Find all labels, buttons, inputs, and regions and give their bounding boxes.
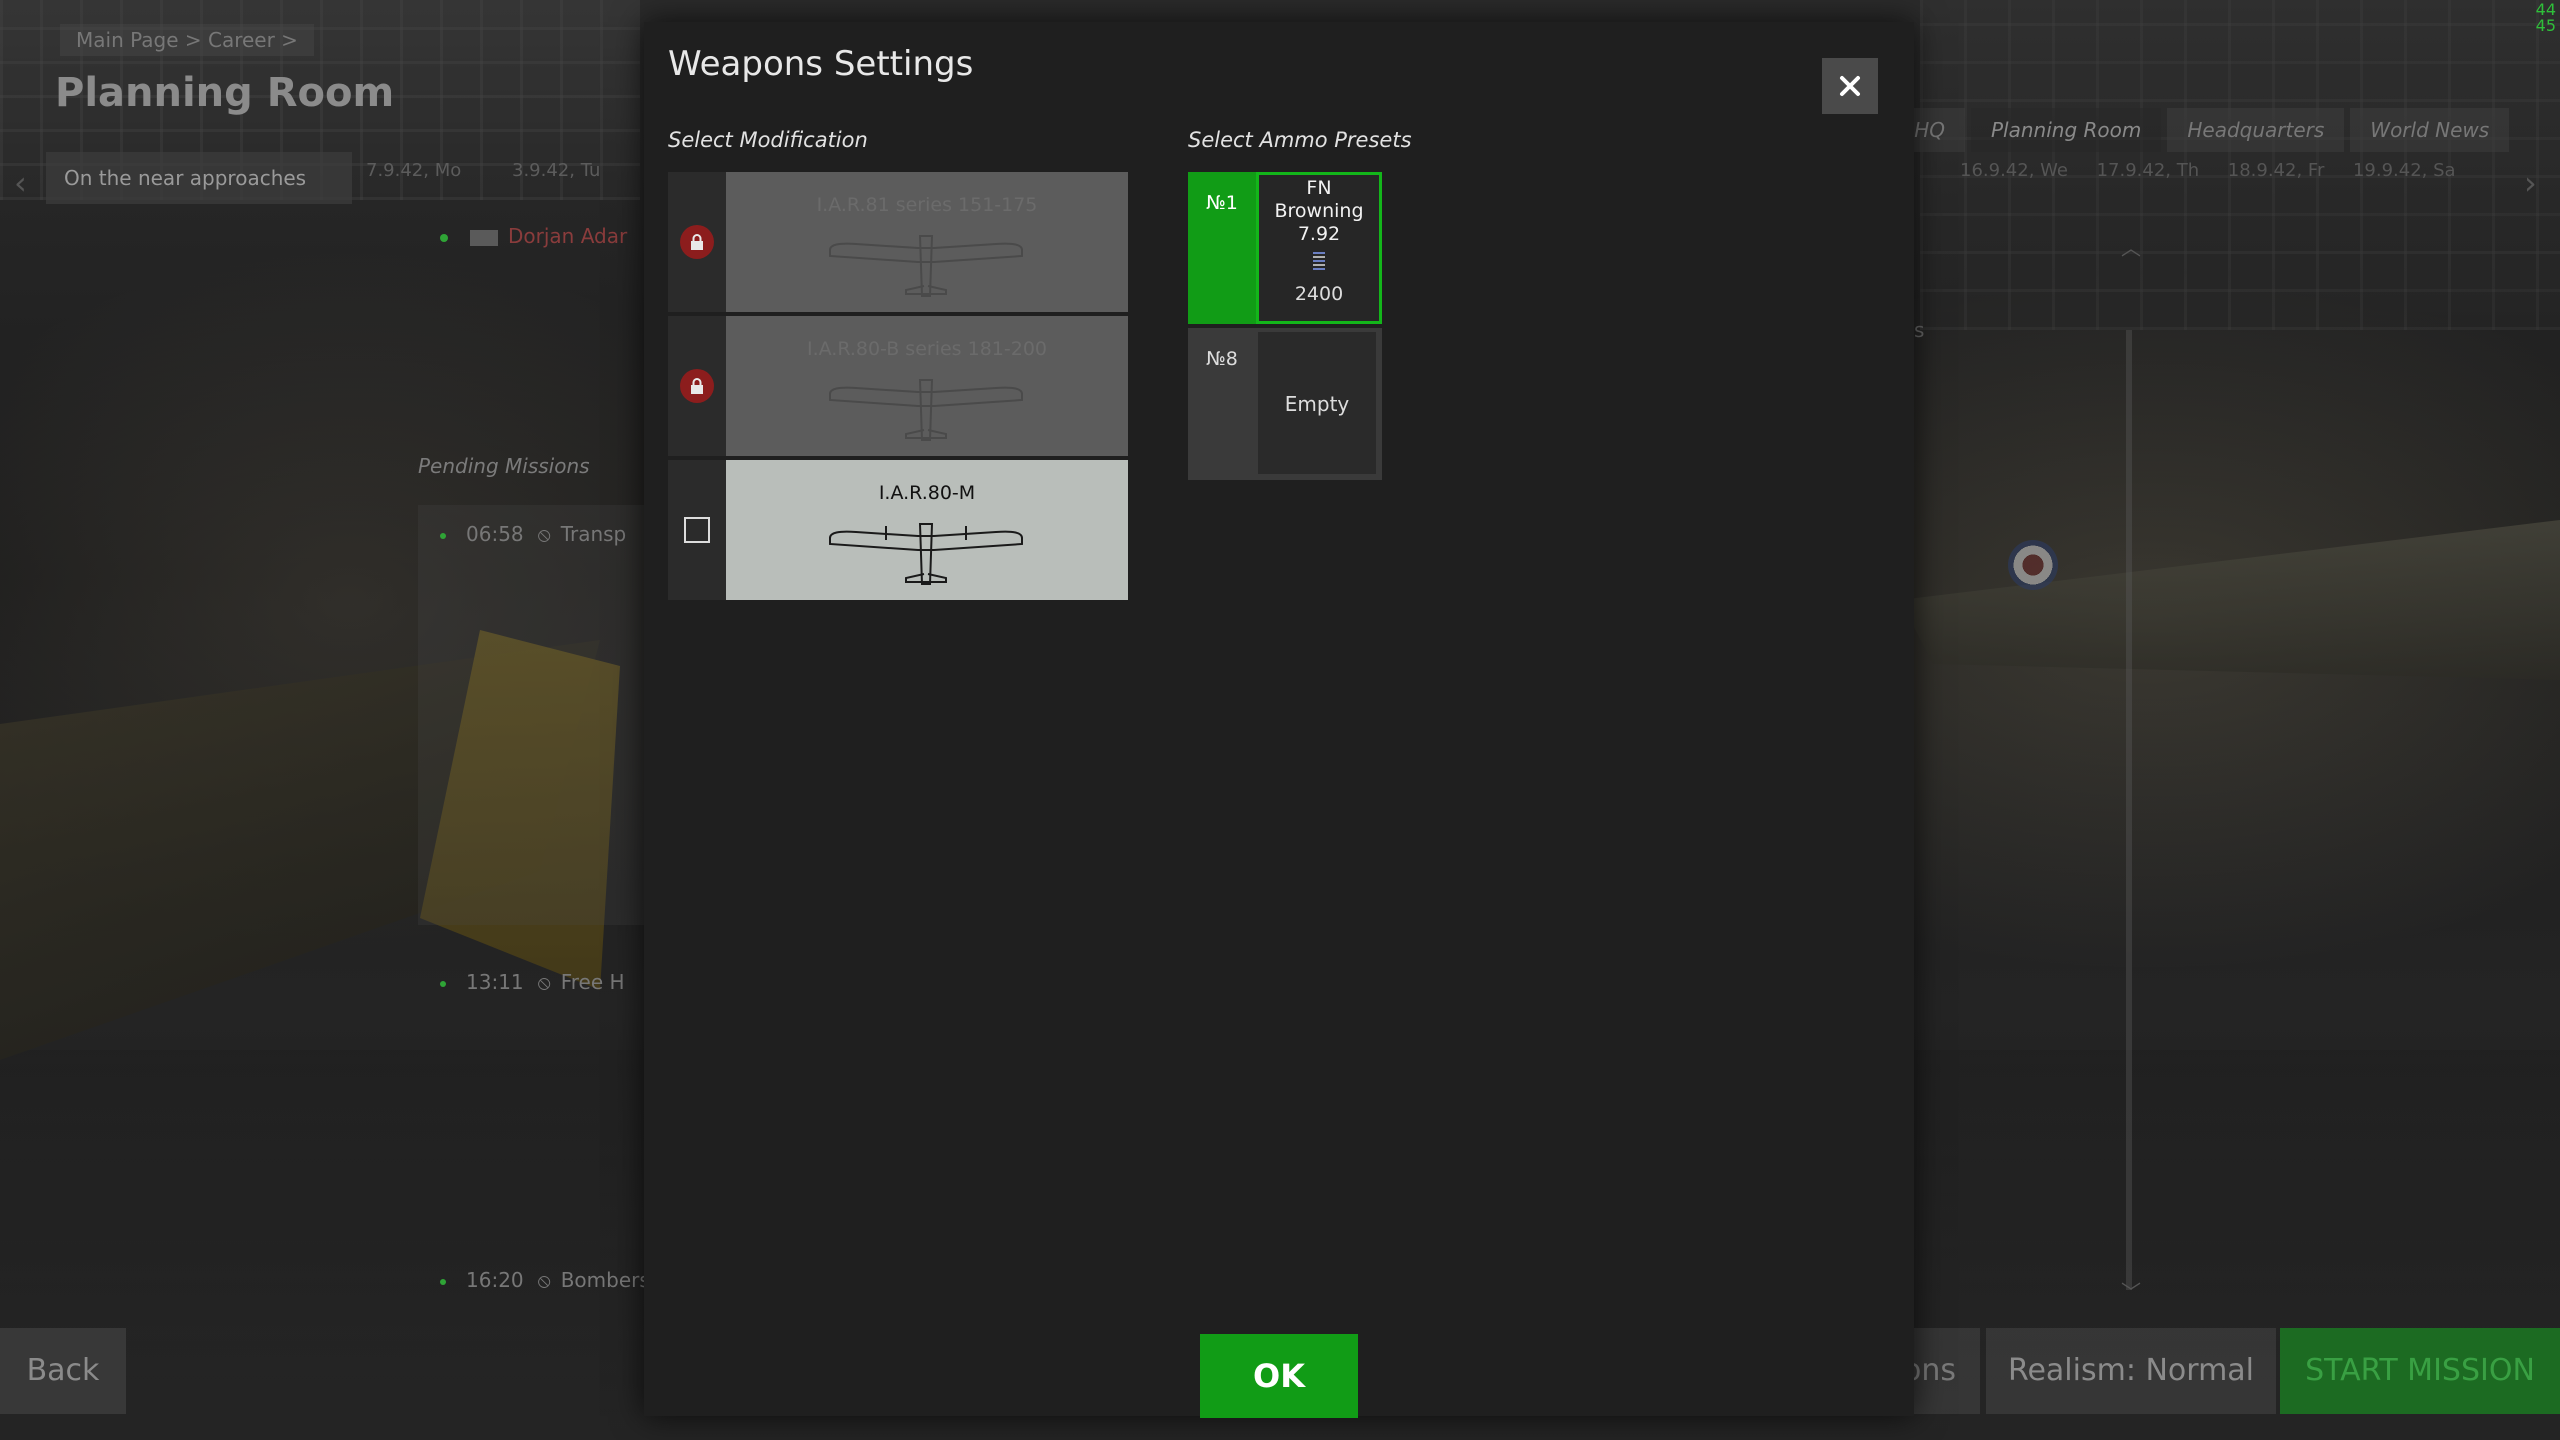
ammo-preset-slot[interactable]: №8 Empty bbox=[1188, 328, 1382, 480]
weapons-settings-dialog: Weapons Settings Select Modification Sel… bbox=[644, 22, 1914, 1418]
fps-value: 45 bbox=[2535, 16, 2556, 35]
ammo-belt-icon bbox=[1313, 252, 1325, 270]
ammo-count: 2400 bbox=[1294, 283, 1344, 305]
status-dot-icon bbox=[440, 980, 446, 987]
timeline-date: 7.9.42, Mo bbox=[366, 160, 462, 181]
realism-button[interactable]: Realism: Normal bbox=[1986, 1328, 2276, 1414]
partial-label: s bbox=[1914, 318, 1925, 342]
modification-item[interactable]: I.A.R.80-M bbox=[668, 460, 1128, 600]
flag-icon bbox=[470, 229, 498, 246]
ammo-preset-list: №1 FN Browning 7.92 2400 №8 Empty bbox=[1188, 172, 1382, 484]
checkbox-icon[interactable] bbox=[684, 517, 710, 543]
dialog-title: Weapons Settings bbox=[668, 44, 974, 84]
chevron-left-icon[interactable]: ‹ bbox=[14, 164, 27, 202]
lock-glyph bbox=[691, 234, 703, 250]
modification-card[interactable]: I.A.R.81 series 151-175 bbox=[726, 172, 1128, 312]
chevron-down-icon[interactable]: ﹀ bbox=[2121, 1276, 2141, 1305]
pending-mission-item[interactable]: 13:11 ⦸ Free H bbox=[440, 970, 625, 994]
modification-status bbox=[668, 316, 726, 456]
modification-item[interactable]: I.A.R.80-B series 181-200 bbox=[668, 316, 1128, 456]
weapon-name: FN Browning 7.92 bbox=[1274, 177, 1364, 245]
timeline-date: 17.9.42, Th bbox=[2096, 160, 2200, 181]
mission-name-box[interactable]: On the near approaches bbox=[46, 152, 352, 204]
page-title: Planning Room bbox=[55, 70, 395, 116]
modification-status bbox=[668, 172, 726, 312]
top-tabs: t HQ Planning Room Headquarters World Ne… bbox=[1880, 108, 2510, 152]
ammo-preset-slot[interactable]: №1 FN Browning 7.92 2400 bbox=[1188, 172, 1382, 324]
modification-item[interactable]: I.A.R.81 series 151-175 bbox=[668, 172, 1128, 312]
status-dot-icon bbox=[440, 532, 446, 539]
ok-button[interactable]: OK bbox=[1200, 1334, 1358, 1418]
aircraft-silhouette-icon bbox=[829, 235, 1023, 297]
lock-glyph bbox=[691, 378, 703, 394]
ammo-card[interactable]: Empty bbox=[1258, 332, 1376, 474]
route-icon: ⦸ bbox=[537, 970, 551, 994]
tab-planning-room[interactable]: Planning Room bbox=[1970, 108, 2162, 152]
pending-missions-panel bbox=[418, 505, 646, 925]
status-dot-icon bbox=[440, 233, 448, 242]
mission-time: 06:58 bbox=[466, 522, 524, 546]
timeline-dates-right: 16.9.42, We 17.9.42, Th 18.9.42, Fr 19.9… bbox=[1960, 160, 2456, 181]
slot-number: №1 bbox=[1206, 192, 1238, 214]
modification-list: I.A.R.81 series 151-175 I.A.R.80-B serie… bbox=[668, 172, 1128, 604]
close-button[interactable] bbox=[1822, 58, 1878, 114]
aircraft-silhouette-icon bbox=[829, 379, 1023, 441]
fps-counter: 44 45 bbox=[2536, 2, 2556, 34]
tab-headquarters[interactable]: Headquarters bbox=[2167, 108, 2345, 152]
route-icon: ⦸ bbox=[537, 522, 551, 546]
mission-time: 13:11 bbox=[466, 970, 524, 994]
slot-number: №8 bbox=[1206, 348, 1238, 370]
timeline-date: 18.9.42, Fr bbox=[2227, 160, 2325, 181]
mission-type: Free H bbox=[560, 970, 625, 994]
lock-icon bbox=[680, 369, 714, 403]
modification-card[interactable]: I.A.R.80-B series 181-200 bbox=[726, 316, 1128, 456]
roundel-insignia bbox=[2008, 540, 2058, 590]
timeline-date: 3.9.42, Tu bbox=[512, 160, 601, 181]
select-modification-label: Select Modification bbox=[668, 128, 868, 152]
modification-card[interactable]: I.A.R.80-M bbox=[726, 460, 1128, 600]
start-mission-button[interactable]: START MISSION bbox=[2280, 1328, 2560, 1414]
timeline-date: 19.9.42, Sa bbox=[2352, 160, 2456, 181]
pilot-name: Dorjan Adar bbox=[508, 224, 628, 248]
status-dot-icon bbox=[440, 1278, 446, 1285]
mission-type: Bombers bbox=[560, 1268, 650, 1292]
back-button[interactable]: Back bbox=[0, 1328, 126, 1414]
route-icon: ⦸ bbox=[537, 1268, 551, 1292]
select-ammo-label: Select Ammo Presets bbox=[1188, 128, 1412, 152]
pilot-row: Dorjan Adar bbox=[440, 224, 627, 248]
modification-status bbox=[668, 460, 726, 600]
modification-name: I.A.R.81 series 151-175 bbox=[816, 194, 1038, 216]
chevron-up-icon[interactable]: ︿ bbox=[2121, 232, 2141, 261]
timeline-date: 16.9.42, We bbox=[1960, 160, 2068, 181]
close-icon bbox=[1840, 76, 1860, 96]
scrollbar[interactable] bbox=[2126, 330, 2132, 1290]
aircraft-silhouette-icon bbox=[829, 523, 1023, 585]
mission-time: 16:20 bbox=[466, 1268, 524, 1292]
breadcrumb[interactable]: Main Page > Career > bbox=[60, 24, 314, 56]
mission-type: Transp bbox=[560, 522, 627, 546]
modification-name: I.A.R.80-M bbox=[878, 482, 976, 504]
ammo-empty-label: Empty bbox=[1284, 392, 1350, 416]
pending-mission-item[interactable]: 06:58 ⦸ Transp bbox=[440, 522, 626, 546]
tab-world-news[interactable]: World News bbox=[2350, 108, 2510, 152]
ammo-card[interactable]: FN Browning 7.92 2400 bbox=[1256, 172, 1382, 324]
lock-icon bbox=[680, 225, 714, 259]
pending-mission-item[interactable]: 16:20 ⦸ Bombers bbox=[440, 1268, 650, 1292]
modification-name: I.A.R.80-B series 181-200 bbox=[806, 338, 1048, 360]
chevron-right-icon[interactable]: › bbox=[2524, 164, 2537, 202]
pending-missions-label: Pending Missions bbox=[418, 454, 590, 478]
